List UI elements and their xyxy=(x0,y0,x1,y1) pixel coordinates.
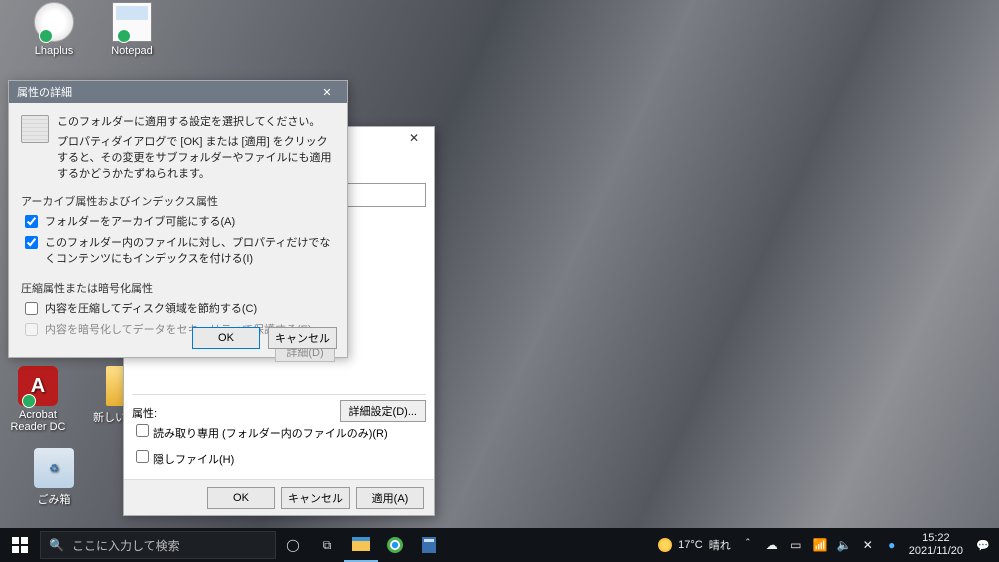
group-archive-index: アーカイブ属性およびインデックス属性 xyxy=(21,193,335,209)
advanced-button[interactable]: 詳細設定(D)... xyxy=(340,400,426,422)
start-button[interactable] xyxy=(0,528,40,562)
dialog-titlebar[interactable]: 属性の詳細 ✕ xyxy=(9,81,347,103)
desktop-icon-label: Notepad xyxy=(111,45,153,57)
weather-widget[interactable]: 17°C 晴れ xyxy=(658,537,731,553)
windows-icon xyxy=(12,537,28,553)
checkbox-compress[interactable]: 内容を圧縮してディスク領域を節約する(C) xyxy=(21,300,335,318)
attributes-label: 属性: xyxy=(132,405,182,421)
clock[interactable]: 15:22 2021/11/20 xyxy=(909,532,963,557)
dialog-footer: OK キャンセル 適用(A) xyxy=(124,479,434,515)
calculator-taskbar[interactable] xyxy=(412,528,446,562)
dialog-title: 属性の詳細 xyxy=(17,84,72,100)
intro-text-1: このフォルダーに適用する設定を選択してください。 xyxy=(57,113,335,129)
checkbox-readonly[interactable]: 読み取り専用 (フォルダー内のファイルのみ)(R) xyxy=(132,421,388,441)
clock-date: 2021/11/20 xyxy=(909,545,963,558)
divider xyxy=(132,394,426,395)
adobe-icon: A xyxy=(18,366,58,406)
folder-icon xyxy=(352,537,370,551)
volume-icon[interactable]: 🔈 xyxy=(837,538,851,552)
desktop-icon-label: ごみ箱 xyxy=(38,494,71,506)
close-button[interactable]: ✕ xyxy=(307,81,347,103)
calculator-icon xyxy=(422,537,436,553)
checkbox-index[interactable]: このフォルダー内のファイルに対し、プロパティだけでなくコンテンツにもインデックス… xyxy=(21,234,335,266)
weather-text: 晴れ xyxy=(709,537,731,553)
wifi-icon[interactable]: 📶 xyxy=(813,538,827,552)
action-center-icon[interactable]: 💬 xyxy=(973,539,993,552)
checkbox-archive[interactable]: フォルダーをアーカイブ可能にする(A) xyxy=(21,213,335,231)
cancel-button[interactable]: キャンセル xyxy=(281,487,350,509)
ok-button[interactable]: OK xyxy=(192,327,260,349)
cortana-button[interactable]: ◯ xyxy=(276,528,310,562)
weather-temp: 17°C xyxy=(678,539,703,551)
chrome-taskbar[interactable] xyxy=(378,528,412,562)
desktop-icon-acrobat[interactable]: A Acrobat Reader DC xyxy=(0,366,76,433)
desktop-icon-label: Lhaplus xyxy=(35,45,74,57)
advanced-attributes-dialog: 属性の詳細 ✕ このフォルダーに適用する設定を選択してください。 プロパティダイ… xyxy=(8,80,348,358)
apply-button[interactable]: 適用(A) xyxy=(356,487,424,509)
checkbox-hidden[interactable]: 隠しファイル(H) xyxy=(132,447,388,467)
desktop-icon-lhaplus[interactable]: Lhaplus xyxy=(16,2,92,57)
recycle-bin-icon: ♻ xyxy=(34,448,74,488)
search-box[interactable]: 🔍 ここに入力して検索 xyxy=(40,531,276,559)
meet-now-icon[interactable]: ● xyxy=(885,538,899,552)
taskbar: 🔍 ここに入力して検索 ◯ ⧉ 17°C 晴れ ＾ ☁ ▭ 📶 🔈 ✕ ● 15… xyxy=(0,528,999,562)
desktop-icon-label: Acrobat Reader DC xyxy=(10,409,65,433)
cancel-button[interactable]: キャンセル xyxy=(268,327,337,349)
dialog-icon xyxy=(21,115,49,143)
battery-icon[interactable]: ▭ xyxy=(789,538,803,552)
search-icon: 🔍 xyxy=(49,538,64,552)
notepad-icon xyxy=(112,2,152,42)
lhaplus-icon xyxy=(34,2,74,42)
desktop-icon-recycle[interactable]: ♻ ごみ箱 xyxy=(16,448,92,507)
intro-text-2: プロパティダイアログで [OK] または [適用] をクリックすると、その変更を… xyxy=(57,133,335,181)
close-button[interactable]: ✕ xyxy=(394,127,434,149)
onedrive-icon[interactable]: ☁ xyxy=(765,538,779,552)
chrome-icon xyxy=(387,537,403,553)
sun-icon xyxy=(658,538,672,552)
file-explorer-taskbar[interactable] xyxy=(344,528,378,562)
desktop-icon-notepad[interactable]: Notepad xyxy=(94,2,170,57)
ime-icon[interactable]: ✕ xyxy=(861,538,875,552)
group-compress-encrypt: 圧縮属性または暗号化属性 xyxy=(21,280,335,296)
ok-button[interactable]: OK xyxy=(207,487,275,509)
task-view-button[interactable]: ⧉ xyxy=(310,528,344,562)
clock-time: 15:22 xyxy=(909,532,963,545)
tray-chevron-icon[interactable]: ＾ xyxy=(741,537,755,554)
search-placeholder: ここに入力して検索 xyxy=(72,537,180,554)
